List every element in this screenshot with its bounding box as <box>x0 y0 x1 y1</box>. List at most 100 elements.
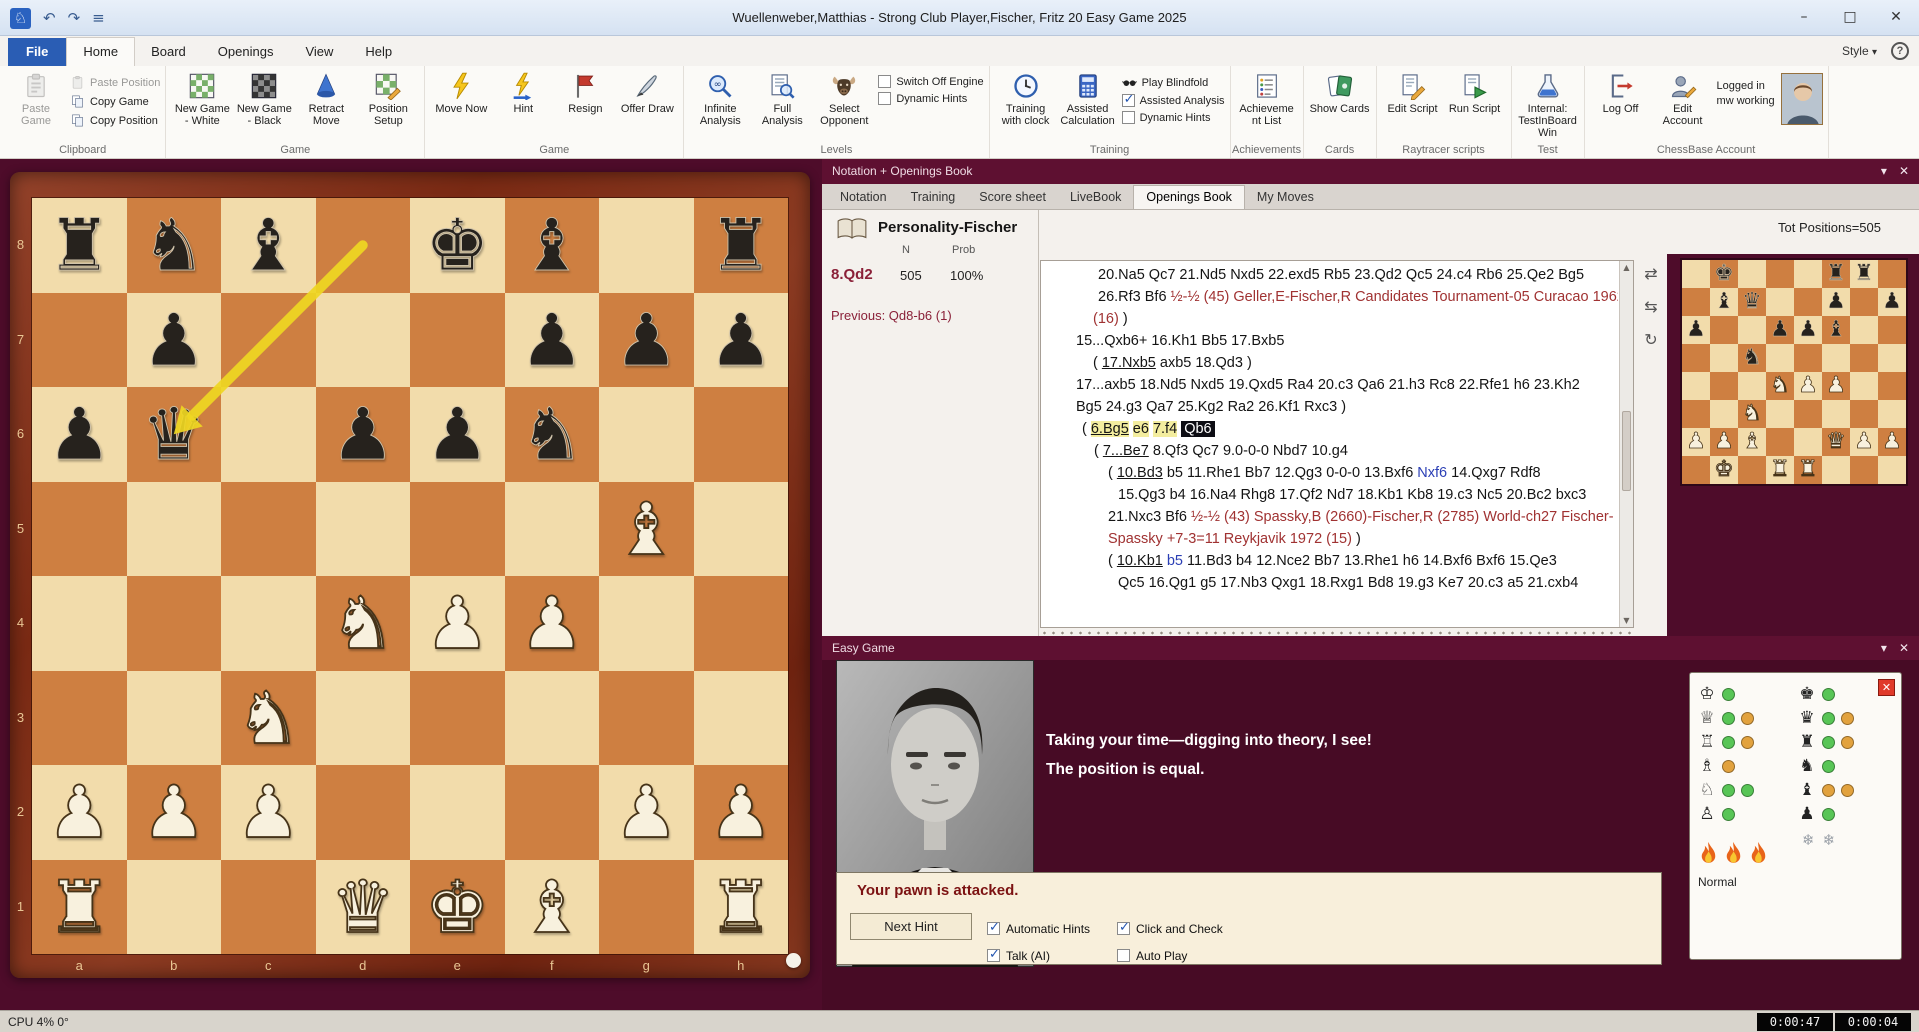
menu-tab-view[interactable]: View <box>289 38 349 66</box>
checkbox[interactable] <box>878 75 891 88</box>
square-a3[interactable] <box>32 671 127 766</box>
notation-move[interactable]: ) <box>1119 311 1128 327</box>
training-with-clock-button[interactable]: Training with clock <box>995 69 1057 129</box>
collapse-icon[interactable]: ▾ <box>1881 636 1887 661</box>
checkbox[interactable] <box>1122 94 1135 107</box>
close-button[interactable]: ✕ <box>1873 0 1919 35</box>
pane-splitter[interactable] <box>1038 210 1039 636</box>
show-cards-button[interactable]: Show Cards <box>1309 69 1371 117</box>
undo-icon[interactable]: ↶ <box>43 9 56 27</box>
square-g7[interactable]: ♟ <box>599 293 694 388</box>
click-and-check-checkbox[interactable]: Click and Check <box>1117 915 1287 942</box>
square-e4[interactable]: ♟ <box>410 576 505 671</box>
white-king[interactable]: ♚ <box>410 860 505 955</box>
panel-tab-livebook[interactable]: LiveBook <box>1058 186 1133 209</box>
notation-move[interactable]: 17.Nxb5 <box>1102 355 1156 371</box>
white-pawn[interactable]: ♟ <box>694 765 789 860</box>
checkbox[interactable] <box>1122 111 1135 124</box>
selected-move[interactable]: Qb6 <box>1181 421 1214 437</box>
edit-account-button[interactable]: Edit Account <box>1652 69 1714 129</box>
square-g6[interactable] <box>599 387 694 482</box>
square-c4[interactable] <box>221 576 316 671</box>
menu-tab-help[interactable]: Help <box>349 38 408 66</box>
white-bishop[interactable]: ♝ <box>505 860 600 955</box>
square-h4[interactable] <box>694 576 789 671</box>
black-king[interactable]: ♚ <box>410 198 505 293</box>
black-rook[interactable]: ♜ <box>32 198 127 293</box>
white-pawn[interactable]: ♟ <box>505 576 600 671</box>
white-pawn[interactable]: ♟ <box>410 576 505 671</box>
panel-tab-score-sheet[interactable]: Score sheet <box>967 186 1058 209</box>
square-h6[interactable] <box>694 387 789 482</box>
checkbox[interactable] <box>987 922 1000 935</box>
menu-tab-file[interactable]: File <box>8 38 66 66</box>
square-b3[interactable] <box>127 671 222 766</box>
notation-move[interactable]: Qc5 16.Qg1 g5 17.Nb3 Qxg1 18.Rxg1 Bd8 19… <box>1118 575 1578 591</box>
notation-move[interactable]: 15...Qxb6+ 16.Kh1 Bb5 17.Bxb5 <box>1076 333 1284 349</box>
square-c6[interactable] <box>221 387 316 482</box>
square-f6[interactable]: ♞ <box>505 387 600 482</box>
square-b1[interactable] <box>127 860 222 955</box>
black-queen[interactable]: ♛ <box>127 387 222 482</box>
close-icon[interactable]: ✕ <box>1899 159 1909 184</box>
notation-move[interactable]: axb5 18.Qd3 ) <box>1156 355 1252 371</box>
notation-move[interactable]: b5 <box>1167 553 1183 569</box>
cards-close-button[interactable]: ✕ <box>1878 679 1895 696</box>
panel-tab-my-moves[interactable]: My Moves <box>1245 186 1326 209</box>
switch-off-engine-checkbox[interactable]: Switch Off Engine <box>878 75 983 88</box>
square-c5[interactable] <box>221 482 316 577</box>
horizontal-scrollbar[interactable] <box>1040 631 1634 635</box>
square-f2[interactable] <box>505 765 600 860</box>
checkbox[interactable] <box>1117 922 1130 935</box>
square-a2[interactable]: ♟ <box>32 765 127 860</box>
notation-move[interactable]: 8.Qf3 Qc7 9.0-0-0 Nbd7 10.g4 <box>1149 443 1348 459</box>
white-queen[interactable]: ♛ <box>316 860 411 955</box>
copy-position-button[interactable]: Copy Position <box>70 113 160 128</box>
square-c7[interactable] <box>221 293 316 388</box>
square-g8[interactable] <box>599 198 694 293</box>
infinite-analysis-button[interactable]: ∞Infinite Analysis <box>689 69 751 129</box>
scrollbar-thumb[interactable] <box>1622 411 1631 491</box>
auto-play-checkbox[interactable]: Auto Play <box>1117 942 1287 969</box>
assisted-analysis-checkbox[interactable]: Assisted Analysis <box>1122 94 1225 107</box>
square-h3[interactable] <box>694 671 789 766</box>
menu-tab-board[interactable]: Board <box>135 38 202 66</box>
retract-move-button[interactable]: Retract Move <box>295 69 357 129</box>
paste-position-button[interactable]: Paste Position <box>70 75 160 90</box>
square-d1[interactable]: ♛ <box>316 860 411 955</box>
black-knight[interactable]: ♞ <box>505 387 600 482</box>
white-knight[interactable]: ♞ <box>316 576 411 671</box>
paste-game-button[interactable]: Paste Game <box>5 69 67 129</box>
black-pawn[interactable]: ♟ <box>127 293 222 388</box>
square-e8[interactable]: ♚ <box>410 198 505 293</box>
menu-tab-home[interactable]: Home <box>66 37 135 66</box>
hint-button[interactable]: Hint <box>492 69 554 117</box>
notation-move[interactable]: ( <box>1108 553 1117 569</box>
run-script-button[interactable]: Run Script <box>1444 69 1506 117</box>
black-pawn[interactable]: ♟ <box>505 293 600 388</box>
black-bishop[interactable]: ♝ <box>221 198 316 293</box>
square-b2[interactable]: ♟ <box>127 765 222 860</box>
book-move[interactable]: 8.Qd2 <box>831 266 873 283</box>
square-h2[interactable]: ♟ <box>694 765 789 860</box>
black-bishop[interactable]: ♝ <box>505 198 600 293</box>
new-game-white-button[interactable]: New Game - White <box>171 69 233 129</box>
swap-icon[interactable]: ⇆ <box>1638 297 1664 316</box>
new-game-black-button[interactable]: New Game - Black <box>233 69 295 129</box>
scroll-up-arrow[interactable]: ▲ <box>1620 263 1633 272</box>
notation-move[interactable]: Bg5 24.g3 Qa7 25.Kg2 Ra2 26.Kf1 Rxc3 ) <box>1076 399 1346 415</box>
position-setup-button[interactable]: Position Setup <box>357 69 419 129</box>
automatic-hints-checkbox[interactable]: Automatic Hints <box>987 915 1117 942</box>
black-pawn[interactable]: ♟ <box>410 387 505 482</box>
compare-icon[interactable]: ⇄ <box>1638 264 1664 283</box>
square-h8[interactable]: ♜ <box>694 198 789 293</box>
square-h5[interactable] <box>694 482 789 577</box>
redo-icon[interactable]: ↷ <box>68 9 81 27</box>
square-e7[interactable] <box>410 293 505 388</box>
square-b5[interactable] <box>127 482 222 577</box>
white-bishop[interactable]: ♝ <box>599 482 694 577</box>
scroll-down-arrow[interactable]: ▼ <box>1620 616 1633 625</box>
square-g3[interactable] <box>599 671 694 766</box>
square-b7[interactable]: ♟ <box>127 293 222 388</box>
move-now-button[interactable]: Move Now <box>430 69 492 117</box>
